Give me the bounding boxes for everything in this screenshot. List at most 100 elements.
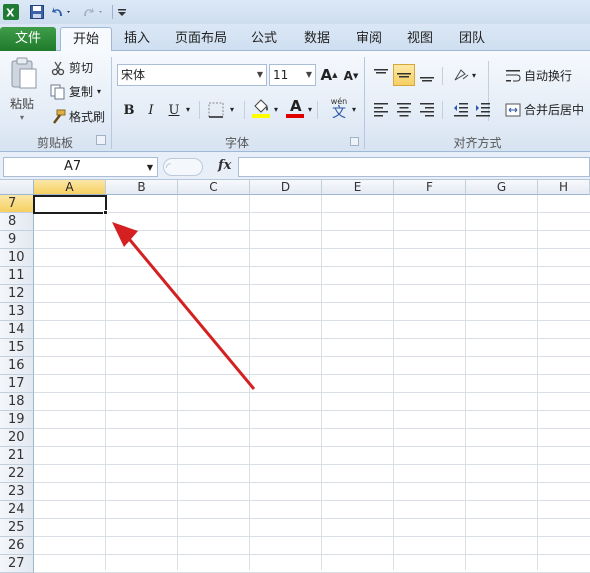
tab-home[interactable]: 开始: [60, 27, 112, 53]
align-left-button[interactable]: [370, 98, 392, 120]
undo-icon[interactable]: [50, 3, 74, 21]
tab-view[interactable]: 视图: [398, 27, 442, 51]
column-header-b[interactable]: B: [106, 180, 178, 195]
align-bottom-button[interactable]: [416, 64, 438, 86]
font-size-combo[interactable]: 11 ▼: [269, 64, 316, 86]
tab-page-layout[interactable]: 页面布局: [168, 27, 234, 51]
font-color-dropdown-icon[interactable]: ▾: [308, 105, 312, 114]
row-header-8[interactable]: 8: [0, 213, 34, 231]
underline-button[interactable]: U: [163, 99, 185, 121]
customize-icon[interactable]: [116, 3, 128, 21]
ribbon-tabs: 文件 开始 插入 页面布局 公式 数据 审阅 视图 团队: [0, 24, 590, 53]
redo-icon[interactable]: [80, 3, 106, 21]
merge-center-button[interactable]: 合并后居中: [505, 101, 584, 118]
phonetic-dropdown-icon[interactable]: ▾: [352, 105, 356, 114]
row-header-25[interactable]: 25: [0, 519, 34, 537]
border-dropdown-icon[interactable]: ▾: [230, 105, 234, 114]
row-header-16[interactable]: 16: [0, 357, 34, 375]
italic-button[interactable]: I: [140, 99, 162, 121]
align-middle-button[interactable]: [393, 64, 415, 86]
tab-insert[interactable]: 插入: [115, 27, 159, 51]
column-header-g[interactable]: G: [466, 180, 538, 195]
name-box[interactable]: A7 ▼: [3, 157, 158, 177]
copy-button[interactable]: 复制 ▾: [50, 83, 101, 100]
insert-function-button[interactable]: fx: [218, 158, 231, 173]
format-painter-button[interactable]: 格式刷: [50, 108, 105, 125]
formula-input[interactable]: [238, 157, 590, 177]
alignment-group-label: 对齐方式: [453, 136, 502, 150]
underline-dropdown-icon[interactable]: ▾: [186, 105, 190, 114]
grow-font-button[interactable]: A ▲: [318, 64, 340, 86]
row-header-14[interactable]: 14: [0, 321, 34, 339]
formula-bar-resize-handle[interactable]: ◜: [163, 158, 203, 176]
row-header-19[interactable]: 19: [0, 411, 34, 429]
row-header-10[interactable]: 10: [0, 249, 34, 267]
row-header-18[interactable]: 18: [0, 393, 34, 411]
font-color-label: A: [290, 97, 302, 115]
column-header-e[interactable]: E: [322, 180, 394, 195]
font-launcher-icon[interactable]: [350, 137, 359, 146]
row-header-7[interactable]: 7: [0, 195, 34, 213]
align-top-button[interactable]: [370, 64, 392, 86]
tab-formulas[interactable]: 公式: [242, 27, 286, 51]
cut-button[interactable]: 剪切: [50, 59, 93, 76]
fill-color-dropdown-icon[interactable]: ▾: [274, 105, 278, 114]
save-icon[interactable]: [28, 3, 46, 21]
align-center-button[interactable]: [393, 98, 415, 120]
paste-label: 粘贴: [10, 97, 35, 111]
wrap-text-button[interactable]: 自动换行: [505, 67, 572, 84]
orientation-button[interactable]: [450, 64, 472, 86]
tab-team[interactable]: 团队: [450, 27, 494, 51]
align-middle-icon: [397, 73, 411, 78]
row-header-27[interactable]: 27: [0, 555, 34, 573]
column-header-f[interactable]: F: [394, 180, 466, 195]
font-name-combo[interactable]: 宋体 ▼: [117, 64, 267, 86]
increase-indent-button[interactable]: [472, 98, 494, 120]
row-header-26[interactable]: 26: [0, 537, 34, 555]
gridline: [34, 446, 590, 447]
column-header-c[interactable]: C: [178, 180, 250, 195]
align-right-icon: [420, 103, 434, 117]
row-header-12[interactable]: 12: [0, 285, 34, 303]
phonetic-button[interactable]: wén 文: [326, 97, 352, 123]
bold-button[interactable]: B: [118, 99, 140, 121]
decrease-indent-button[interactable]: [450, 98, 472, 120]
gridline: [465, 195, 466, 570]
orientation-dropdown-icon[interactable]: ▾: [472, 71, 476, 80]
tab-file[interactable]: 文件: [0, 27, 56, 52]
row-header-20[interactable]: 20: [0, 429, 34, 447]
select-all-corner[interactable]: [0, 180, 34, 195]
worksheet-grid[interactable]: A B C D E F G H 7 8 9 10 11 12 13 14 15 16 17 18 19 20 21 22 23 2…: [0, 180, 590, 573]
gridline: [34, 518, 590, 519]
row-header-9[interactable]: 9: [0, 231, 34, 249]
tab-review[interactable]: 审阅: [347, 27, 391, 51]
column-header-h[interactable]: H: [538, 180, 590, 195]
gridline: [34, 212, 590, 213]
paint-bucket-icon: [252, 99, 270, 118]
column-header-d[interactable]: D: [250, 180, 322, 195]
tab-data[interactable]: 数据: [295, 27, 339, 51]
shrink-font-label: A: [343, 69, 353, 83]
fill-color-button[interactable]: [250, 97, 272, 119]
active-cell-a7[interactable]: [33, 195, 107, 214]
row-header-17[interactable]: 17: [0, 375, 34, 393]
row-header-13[interactable]: 13: [0, 303, 34, 321]
row-header-24[interactable]: 24: [0, 501, 34, 519]
paste-button[interactable]: 粘贴 ▾: [6, 55, 42, 125]
align-right-button[interactable]: [416, 98, 438, 120]
clipboard-launcher-icon[interactable]: [96, 135, 106, 145]
row-header-11[interactable]: 11: [0, 267, 34, 285]
column-header-a[interactable]: A: [34, 180, 106, 195]
excel-logo-icon[interactable]: X: [2, 3, 20, 21]
row-header-21[interactable]: 21: [0, 447, 34, 465]
row-header-23[interactable]: 23: [0, 483, 34, 501]
fill-handle[interactable]: [103, 210, 108, 215]
gridline: [34, 536, 590, 537]
font-color-button[interactable]: A: [284, 97, 306, 119]
border-button[interactable]: [205, 99, 227, 121]
row-header-15[interactable]: 15: [0, 339, 34, 357]
gridline: [537, 195, 538, 570]
font-color-swatch: [286, 114, 304, 118]
shrink-font-button[interactable]: A ▼: [340, 65, 362, 87]
row-header-22[interactable]: 22: [0, 465, 34, 483]
